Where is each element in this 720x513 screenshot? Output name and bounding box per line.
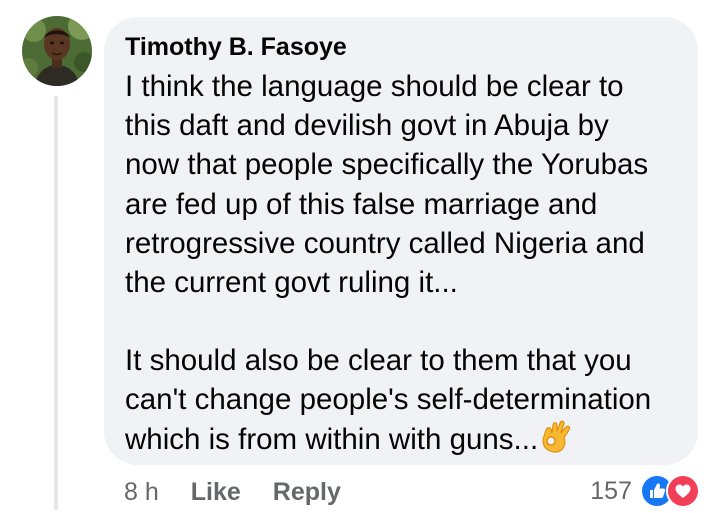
avatar[interactable] bbox=[22, 16, 92, 86]
comment-paragraph-1: I think the language should be clear to … bbox=[125, 70, 649, 300]
like-button[interactable]: Like bbox=[191, 478, 241, 507]
comment-bubble: Timothy B. Fasoye I think the language s… bbox=[104, 17, 698, 465]
profile-photo bbox=[22, 16, 92, 86]
reply-button[interactable]: Reply bbox=[273, 478, 341, 507]
love-icon bbox=[666, 474, 700, 508]
comment-body: I think the language should be clear to … bbox=[125, 67, 682, 464]
comment-author-name[interactable]: Timothy B. Fasoye bbox=[125, 31, 682, 63]
comment-paragraph-2: It should also be clear to them that you… bbox=[125, 344, 652, 456]
comment-paragraph-2-wrapper: It should also be clear to them that you… bbox=[125, 341, 682, 464]
comment-timestamp[interactable]: 8 h bbox=[124, 478, 159, 507]
reaction-summary[interactable]: 157 bbox=[590, 474, 700, 508]
reply-thread-line bbox=[54, 96, 58, 510]
comment-actions: 8 h Like Reply bbox=[124, 476, 341, 508]
reaction-count: 157 bbox=[590, 476, 632, 505]
ok-hand-icon bbox=[540, 420, 572, 464]
